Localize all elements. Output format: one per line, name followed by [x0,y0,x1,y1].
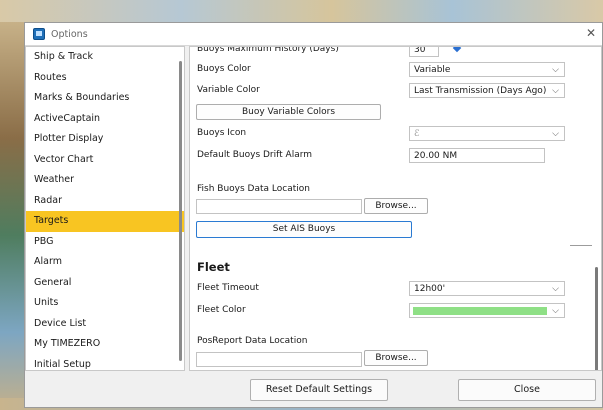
chevron-down-icon: ⌵ [552,86,559,96]
variable-color-value: Last Transmission (Days Ago) [414,86,547,96]
options-window-icon [33,28,45,40]
sidebar-item-activecaptain[interactable]: ActiveCaptain [26,109,184,130]
close-button[interactable]: Close [458,379,596,401]
fleet-color-label: Fleet Color [197,305,246,315]
buoys-icon-select[interactable]: ℰ ⌵ [409,126,565,141]
fleet-timeout-value: 12h00' [414,284,446,294]
sidebar-item-general[interactable]: General [26,273,184,294]
sidebar-item-initial-setup[interactable]: Initial Setup [26,355,184,371]
sidebar-item-device-list[interactable]: Device List [26,314,184,335]
variable-color-select[interactable]: Last Transmission (Days Ago) ⌵ [409,83,565,98]
sidebar-item-ship-track[interactable]: Ship & Track [26,47,184,68]
set-ais-buoys-button[interactable]: Set AIS Buoys [196,221,412,238]
buoy-variable-colors-button[interactable]: Buoy Variable Colors [196,104,381,120]
buoys-color-value: Variable [414,65,451,75]
variable-color-label: Variable Color [197,85,260,95]
fish-buoys-data-location-label: Fish Buoys Data Location [197,184,310,194]
chart-background-top [0,0,603,22]
fleet-section-heading: Fleet [197,260,230,274]
default-buoys-drift-alarm-input[interactable]: 20.00 NM [409,148,545,163]
buoys-color-label: Buoys Color [197,64,251,74]
fleet-timeout-select[interactable]: 12h00' ⌵ [409,281,565,296]
section-divider [570,245,592,246]
sidebar-item-routes[interactable]: Routes [26,68,184,89]
buoys-max-history-value: 30 [414,46,426,55]
sidebar-item-my-timezero[interactable]: My TIMEZERO [26,334,184,355]
fleet-color-swatch [413,307,547,315]
buoys-max-history-label: Buoys Maximum History (Days) [197,46,339,54]
posreport-data-location-label: PosReport Data Location [197,336,308,346]
buoys-icon-label: Buoys Icon [197,128,247,138]
default-buoys-drift-alarm-label: Default Buoys Drift Alarm [197,150,313,160]
sidebar-scrollbar[interactable] [179,61,182,361]
title-bar: Options ✕ [25,23,602,46]
sidebar-item-plotter-display[interactable]: Plotter Display [26,129,184,150]
sidebar-item-targets[interactable]: Targets [26,211,184,232]
default-buoys-drift-alarm-value: 20.00 NM [414,151,458,161]
sidebar-item-radar[interactable]: Radar [26,191,184,212]
fish-buoys-data-location-input[interactable] [196,199,362,214]
content-scrollbar[interactable] [595,267,598,370]
sidebar-item-weather[interactable]: Weather [26,170,184,191]
buoys-max-history-field[interactable]: 30 [409,46,439,57]
chevron-down-icon: ⌵ [552,129,559,139]
sidebar-item-units[interactable]: Units [26,293,184,314]
reset-default-settings-button[interactable]: Reset Default Settings [250,379,388,401]
window-title: Options [51,28,88,40]
sidebar-item-marks-boundaries[interactable]: Marks & Boundaries [26,88,184,109]
options-sidebar: Ship & Track Routes Marks & Boundaries A… [25,46,185,371]
sidebar-item-vector-chart[interactable]: Vector Chart [26,150,184,171]
options-dialog: Options ✕ Ship & Track Routes Marks & Bo… [24,22,603,408]
posreport-browse-button[interactable]: Browse... [364,350,428,366]
chevron-down-icon: ⌵ [552,306,559,316]
fish-buoys-browse-button[interactable]: Browse... [364,198,428,214]
sidebar-item-pbg[interactable]: PBG [26,232,184,253]
close-icon[interactable]: ✕ [586,26,596,40]
fleet-color-select[interactable]: ⌵ [409,303,565,318]
sidebar-item-alarm[interactable]: Alarm [26,252,184,273]
buoy-symbol-icon: ℰ [414,129,420,139]
chevron-down-icon: ⌵ [552,65,559,75]
fleet-timeout-label: Fleet Timeout [197,283,259,293]
posreport-data-location-input[interactable] [196,352,362,367]
chart-background-left [0,22,24,410]
targets-settings-panel: Buoys Maximum History (Days) 30 Buoys Co… [189,46,602,371]
buoys-color-select[interactable]: Variable ⌵ [409,62,565,77]
info-marker-icon [452,47,462,53]
chevron-down-icon: ⌵ [552,284,559,294]
